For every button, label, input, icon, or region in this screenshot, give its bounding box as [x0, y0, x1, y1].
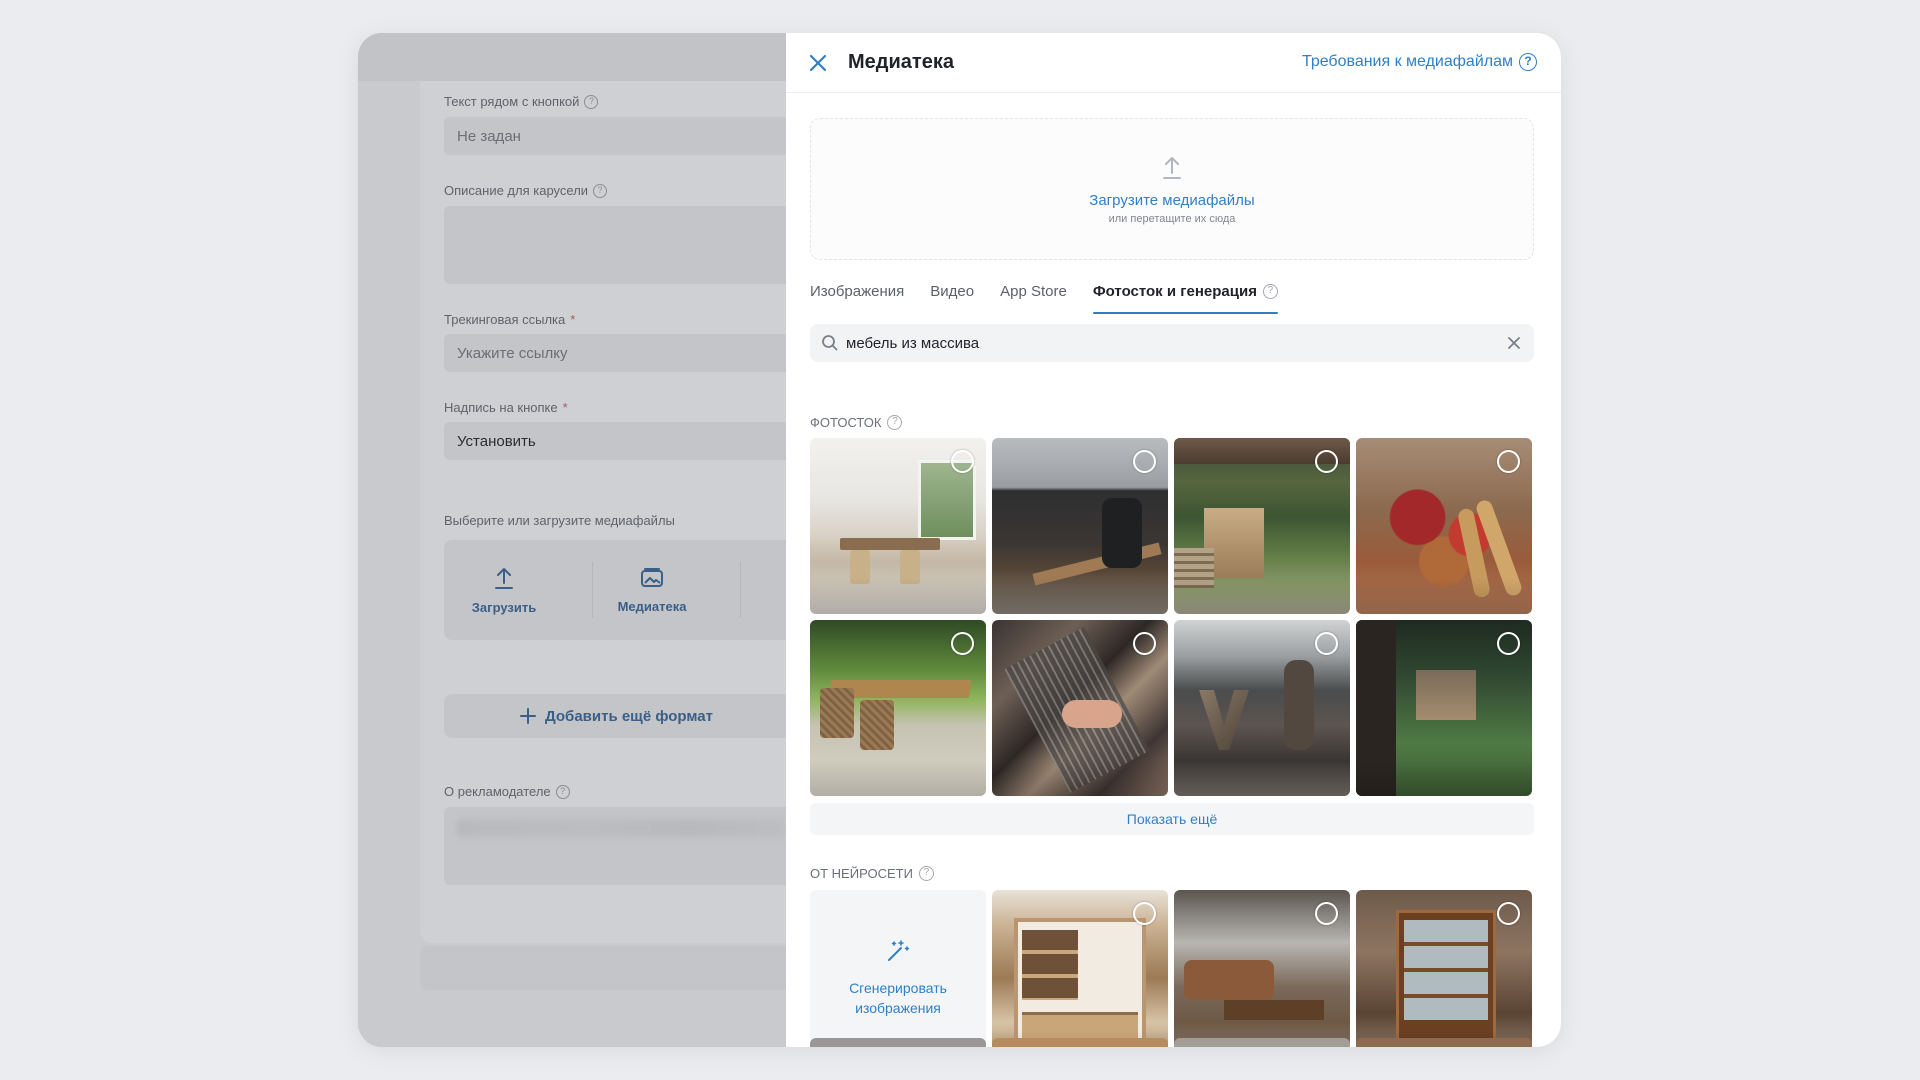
help-icon: ? [1519, 53, 1537, 71]
photo-table [840, 538, 940, 550]
select-circle-icon[interactable] [1133, 450, 1156, 473]
tab-images[interactable]: Изображения [810, 283, 904, 313]
show-more-button[interactable]: Показать ещё [810, 803, 1534, 835]
button-caption-label: Надпись на кнопке * [444, 400, 568, 415]
help-icon: ? [593, 183, 608, 198]
button-caption-field[interactable]: Установить [444, 422, 788, 460]
modal-title: Медиатека [848, 51, 954, 73]
media-library-modal: Медиатека Требования к медиафайлам ? Заг… [786, 33, 1561, 1047]
help-icon: ? [918, 866, 934, 881]
select-circle-icon[interactable] [1497, 632, 1520, 655]
ai-image-tile[interactable] [1356, 890, 1532, 1047]
ai-sofa [1184, 960, 1274, 1000]
select-circle-icon[interactable] [1315, 450, 1338, 473]
photo-tile[interactable] [992, 438, 1168, 614]
help-icon: ? [1262, 284, 1278, 299]
ai-shelves [1022, 930, 1078, 1000]
close-button[interactable] [803, 48, 833, 78]
photo-wooden-letter [1199, 690, 1249, 750]
select-circle-icon[interactable] [1133, 632, 1156, 655]
ai-image-tile[interactable] [1174, 890, 1350, 1047]
ai-image-tile[interactable] [810, 1038, 986, 1047]
text-near-button-label: Текст рядом с кнопкой ? [444, 94, 599, 109]
search-input[interactable] [846, 324, 1486, 362]
help-icon: ? [555, 784, 570, 799]
media-select-box: Загрузить Медиатека [444, 540, 788, 640]
ai-image-tile[interactable] [992, 1038, 1168, 1047]
neural-grid: Сгенерировать изображения [810, 890, 1532, 1047]
plus-icon [520, 708, 537, 724]
tab-app-store[interactable]: App Store [1000, 283, 1067, 313]
carousel-description-label: Описание для карусели ? [444, 183, 608, 198]
advertiser-blurred-text [456, 819, 786, 837]
photo-house [1416, 670, 1476, 720]
select-circle-icon[interactable] [1497, 450, 1520, 473]
divider [740, 562, 741, 618]
image-library-icon [641, 567, 663, 587]
generate-images-button[interactable]: Сгенерировать изображения [810, 890, 986, 1047]
photostock-grid [810, 438, 1532, 796]
photo-worker [1284, 660, 1314, 750]
photo-tile[interactable] [810, 438, 986, 614]
photo-apron [1102, 498, 1142, 568]
library-media-button[interactable]: Медиатека [592, 540, 712, 640]
neural-grid-next-row [810, 1038, 1532, 1047]
ai-image-tile[interactable] [1174, 1038, 1350, 1047]
ai-image-tile[interactable] [992, 890, 1168, 1047]
requirements-link[interactable]: Требования к медиафайлам ? [1302, 53, 1537, 71]
select-circle-icon[interactable] [1315, 632, 1338, 655]
photo-wicker-chair [820, 688, 854, 738]
photo-tile[interactable] [1356, 620, 1532, 796]
background-topbar [358, 33, 788, 81]
select-circle-icon[interactable] [1497, 902, 1520, 925]
select-circle-icon[interactable] [1133, 902, 1156, 925]
photo-hand [1062, 700, 1122, 728]
carousel-description-field[interactable] [444, 206, 788, 284]
background-bottom-bar [420, 946, 788, 990]
text-near-button-field[interactable]: Не задан [444, 117, 788, 155]
advertiser-label: О рекламодателе ? [444, 784, 570, 799]
photo-tile[interactable] [1356, 438, 1532, 614]
upload-dropzone[interactable]: Загрузите медиафайлы или перетащите их с… [810, 118, 1534, 260]
background-form: Текст рядом с кнопкой ? Не задан Описани… [358, 33, 788, 1047]
select-circle-icon[interactable] [1315, 902, 1338, 925]
select-circle-icon[interactable] [951, 632, 974, 655]
photo-tile[interactable] [1174, 620, 1350, 796]
ai-glass-shelves [1404, 920, 1488, 1020]
tab-photostock-generation[interactable]: Фотосток и генерация ? [1092, 283, 1279, 314]
tracking-link-field[interactable]: Укажите ссылку [444, 334, 788, 372]
magic-wand-icon [888, 940, 910, 961]
tracking-link-label: Трекинговая ссылка * [444, 312, 576, 327]
media-tabs: Изображения Видео App Store Фотосток и г… [810, 283, 1304, 314]
ai-coffee-table [1224, 1000, 1324, 1020]
neural-section-label: ОТ НЕЙРОСЕТИ ? [810, 865, 934, 881]
dropzone-subtitle: или перетащите их сюда [1108, 212, 1236, 225]
search-bar [810, 324, 1534, 362]
app-window: Текст рядом с кнопкой ? Не задан Описани… [358, 33, 1561, 1047]
media-select-label: Выберите или загрузите медиафайлы [444, 513, 675, 528]
clear-icon[interactable] [1506, 335, 1522, 351]
photo-tile[interactable] [1174, 438, 1350, 614]
photo-tile[interactable] [992, 620, 1168, 796]
ai-image-tile[interactable] [1356, 1038, 1532, 1047]
photo-wicker-chair [860, 700, 894, 750]
tab-video[interactable]: Видео [930, 283, 974, 313]
select-circle-icon[interactable] [951, 450, 974, 473]
upload-icon [495, 567, 513, 589]
search-icon [822, 335, 838, 351]
add-format-button[interactable]: Добавить ещё формат [444, 694, 788, 738]
photo-tile[interactable] [810, 620, 986, 796]
dropzone-title: Загрузите медиафайлы [1089, 191, 1255, 209]
photostock-section-label: ФОТОСТОК ? [810, 414, 903, 430]
photo-window [918, 460, 976, 540]
upload-media-button[interactable]: Загрузить [444, 540, 564, 640]
upload-icon [1163, 156, 1181, 179]
help-icon: ? [584, 94, 599, 109]
modal-header: Медиатека Требования к медиафайлам ? [786, 33, 1561, 93]
help-icon: ? [887, 415, 903, 430]
close-icon [809, 54, 827, 72]
